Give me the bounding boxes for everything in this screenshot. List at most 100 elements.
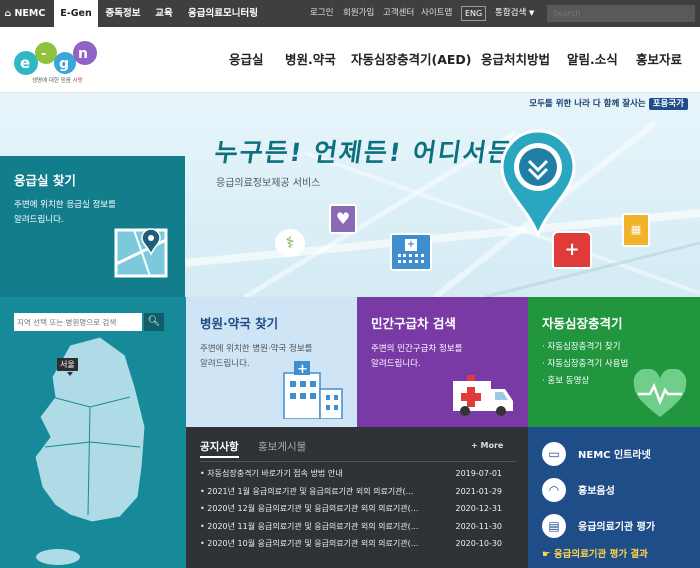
tab-nemc[interactable]: ⌂ NEMC — [0, 0, 50, 27]
tab-monitoring[interactable]: 응급의료모니터링 — [184, 0, 262, 27]
tab-nemc-label: NEMC — [14, 8, 46, 19]
hospital-building-icon: + — [390, 233, 432, 271]
er-evaluation-result-link[interactable]: ☛ 응급의료기관 평가 결과 — [542, 546, 648, 560]
hero-headline: 누구든! 언제든! 어디서든! — [212, 138, 529, 167]
map-pin-icon — [114, 228, 168, 278]
caret-down-icon: ▼ — [528, 9, 535, 17]
headphones-icon: ◠ — [542, 478, 566, 502]
promo-audio-link[interactable]: ◠ 홍보음성 — [542, 477, 692, 503]
notice-title: 자동심장충격기 바로가기 접속 방법 안내 — [207, 469, 343, 478]
svg-text:n: n — [78, 46, 88, 62]
hospital-icon: + — [283, 361, 343, 419]
hospital-find-card[interactable]: 병원·약국 찾기 주변에 위치한 병원·약국 정보를 알려드립니다. + — [186, 297, 357, 427]
ambulance-search-title: 민간구급차 검색 — [371, 316, 456, 331]
ambulance-search-card[interactable]: 민간구급차 검색 주변의 민간구급차 정보를 알려드립니다. — [357, 297, 528, 427]
notice-title: 2020년 11월 응급의료기관 및 응급의료기관 외의 의료기관(... — [207, 521, 419, 531]
seoul-map-label[interactable]: 서울 — [57, 358, 78, 371]
report-icon: ▤ — [542, 514, 566, 538]
search-icon: 🔍︎ — [147, 316, 161, 327]
home-icon: ⌂ — [4, 9, 12, 19]
notice-title: 2020년 10월 응급의료기관 및 응급의료기관 외의 의료기관(... — [207, 539, 419, 548]
tab-education[interactable]: 교육 — [148, 0, 180, 27]
nav-promo[interactable]: 홍보자료 — [636, 27, 682, 93]
aed-title[interactable]: 자동심장충격기 — [542, 313, 686, 332]
notice-date: 2020-10-30 — [455, 539, 503, 548]
nav-hospital-pharmacy[interactable]: 병원.약국 — [285, 27, 336, 93]
notice-row[interactable]: • 2021년 1월 응급의료기관 및 응급의료기관 외의 의료기관(... 20… — [200, 487, 516, 505]
hero-slogan: 모두를 위한 나라 다 함께 잘사는 포용국가 — [529, 97, 688, 110]
notice-row[interactable]: • 2020년 11월 응급의료기관 및 응급의료기관 외의 의료기관(... 2… — [200, 522, 516, 540]
aed-find-label: 자동심장충격기 찾기 — [547, 342, 621, 352]
nemc-intranet-link[interactable]: ▭ NEMC 인트라넷 — [542, 441, 692, 467]
top-utility-bar: ⌂ NEMC E-Gen 중독정보 교육 응급의료모니터링 로그인 회원가입 고… — [0, 0, 700, 27]
ambulance-car-icon: + — [552, 231, 592, 269]
nav-notice-news[interactable]: 알림.소식 — [567, 27, 618, 93]
pharmacy-icon: ⚕ — [275, 229, 305, 257]
hero-map-background — [185, 120, 700, 297]
ambulance-search-desc-line2: 알려드립니다. — [371, 359, 421, 369]
monitor-icon: ▭ — [542, 442, 566, 466]
login-link[interactable]: 로그인 — [310, 0, 333, 27]
tab-poison-info[interactable]: 중독정보 — [100, 0, 146, 27]
notice-date: 2019-07-01 — [455, 469, 503, 478]
aed-card: 자동심장충격기 · 자동심장충격기 찾기 · 자동심장충격기 사용법 · 홍보 … — [528, 297, 700, 427]
hospital-find-desc-line1: 주변에 위치한 병원·약국 정보를 — [200, 344, 313, 354]
promo-audio-label: 홍보음성 — [578, 486, 615, 497]
nav-aed[interactable]: 자동심장충격기(AED) — [351, 27, 472, 93]
nav-first-aid[interactable]: 응급처치방법 — [481, 27, 550, 93]
er-search-input[interactable] — [14, 313, 142, 331]
notice-date: 2020-11-30 — [455, 521, 503, 531]
top-search-input[interactable] — [547, 5, 695, 22]
hero-subtitle: 응급의료정보제공 서비스 — [216, 178, 321, 189]
tab-promo-posts[interactable]: 홍보게시물 — [258, 439, 306, 454]
er-find-title: 응급실 찾기 — [14, 173, 76, 188]
svg-text:+: + — [297, 362, 308, 377]
korea-map — [34, 337, 146, 565]
notice-row[interactable]: • 2020년 12월 응급의료기관 및 응급의료기관 외의 의료기관(... 2… — [200, 504, 516, 522]
customer-center-link[interactable]: 고객센터 — [383, 0, 414, 27]
svg-text:g: g — [59, 56, 69, 72]
egen-logo[interactable]: e - g n 생명에 대한 믿음 사랑 — [12, 37, 112, 85]
heart-broken-icon: ♥ — [329, 204, 357, 234]
er-find-desc-line1: 주변에 위치한 응급실 정보를 — [14, 200, 116, 210]
lang-english-button[interactable]: ENG — [461, 6, 487, 21]
notice-list: • 자동심장충격기 바로가기 접속 방법 안내 2019-07-01 • 2021… — [200, 469, 516, 557]
notice-title: 2021년 1월 응급의료기관 및 응급의료기관 외의 의료기관(... — [207, 486, 414, 496]
site-header: e - g n 생명에 대한 믿음 사랑 응급실 병원.약국 자동심장충격기(A… — [0, 27, 700, 93]
search-scope-label: 통합검색 — [495, 8, 527, 18]
er-map-panel: 🔍︎ 서울 — [0, 297, 186, 568]
er-evaluation-link[interactable]: ▤ 응급의료기관 평가 — [542, 513, 692, 539]
notice-divider — [200, 461, 516, 462]
logo-slogan-text: 생명에 대한 믿음 — [32, 78, 71, 84]
tab-egen[interactable]: E-Gen — [54, 0, 98, 27]
hero-slogan-badge: 포용국가 — [648, 98, 688, 110]
aed-howto-label: 자동심장충격기 사용법 — [547, 359, 629, 369]
aed-video-label: 홍보 동영상 — [547, 376, 590, 386]
location-pin-icon — [500, 129, 576, 237]
er-find-card[interactable]: 응급실 찾기 주변에 위치한 응급실 정보를 알려드립니다. — [0, 156, 185, 298]
search-scope-select[interactable]: 통합검색 ▼ — [495, 0, 534, 27]
sitemap-link[interactable]: 사이트맵 — [421, 0, 452, 27]
signup-link[interactable]: 회원가입 — [343, 0, 374, 27]
notice-title: 2020년 12월 응급의료기관 및 응급의료기관 외의 의료기관(... — [207, 504, 419, 513]
notice-date: 2021-01-29 — [455, 486, 503, 496]
er-evaluation-label: 응급의료기관 평가 — [578, 522, 656, 533]
nemc-intranet-label: NEMC 인트라넷 — [578, 450, 651, 461]
nav-er[interactable]: 응급실 — [229, 27, 264, 93]
aed-find-link[interactable]: · 자동심장충격기 찾기 — [542, 340, 686, 355]
heart-pulse-icon — [633, 369, 687, 417]
logo-slogan-accent: 사랑 — [72, 78, 83, 84]
logo-slogan: 생명에 대한 믿음 사랑 — [32, 76, 83, 84]
notice-row[interactable]: • 자동심장충격기 바로가기 접속 방법 안내 2019-07-01 — [200, 469, 516, 487]
svg-text:e: e — [20, 54, 30, 72]
er-search-button[interactable]: 🔍︎ — [144, 313, 164, 331]
er-evaluation-result-label: 응급의료기관 평가 결과 — [553, 549, 648, 560]
seoul-label-pointer — [67, 372, 73, 376]
ambulance-icon — [453, 375, 513, 416]
notice-more-link[interactable]: + More — [471, 441, 503, 450]
building-icon: ▦ — [622, 213, 650, 247]
notice-row[interactable]: • 2020년 10월 응급의료기관 및 응급의료기관 외의 의료기관(... 2… — [200, 539, 516, 557]
hero-slogan-text: 모두를 위한 나라 다 함께 잘사는 — [529, 99, 646, 109]
tab-notice[interactable]: 공지사항 — [200, 439, 239, 458]
svg-text:-: - — [41, 47, 46, 62]
